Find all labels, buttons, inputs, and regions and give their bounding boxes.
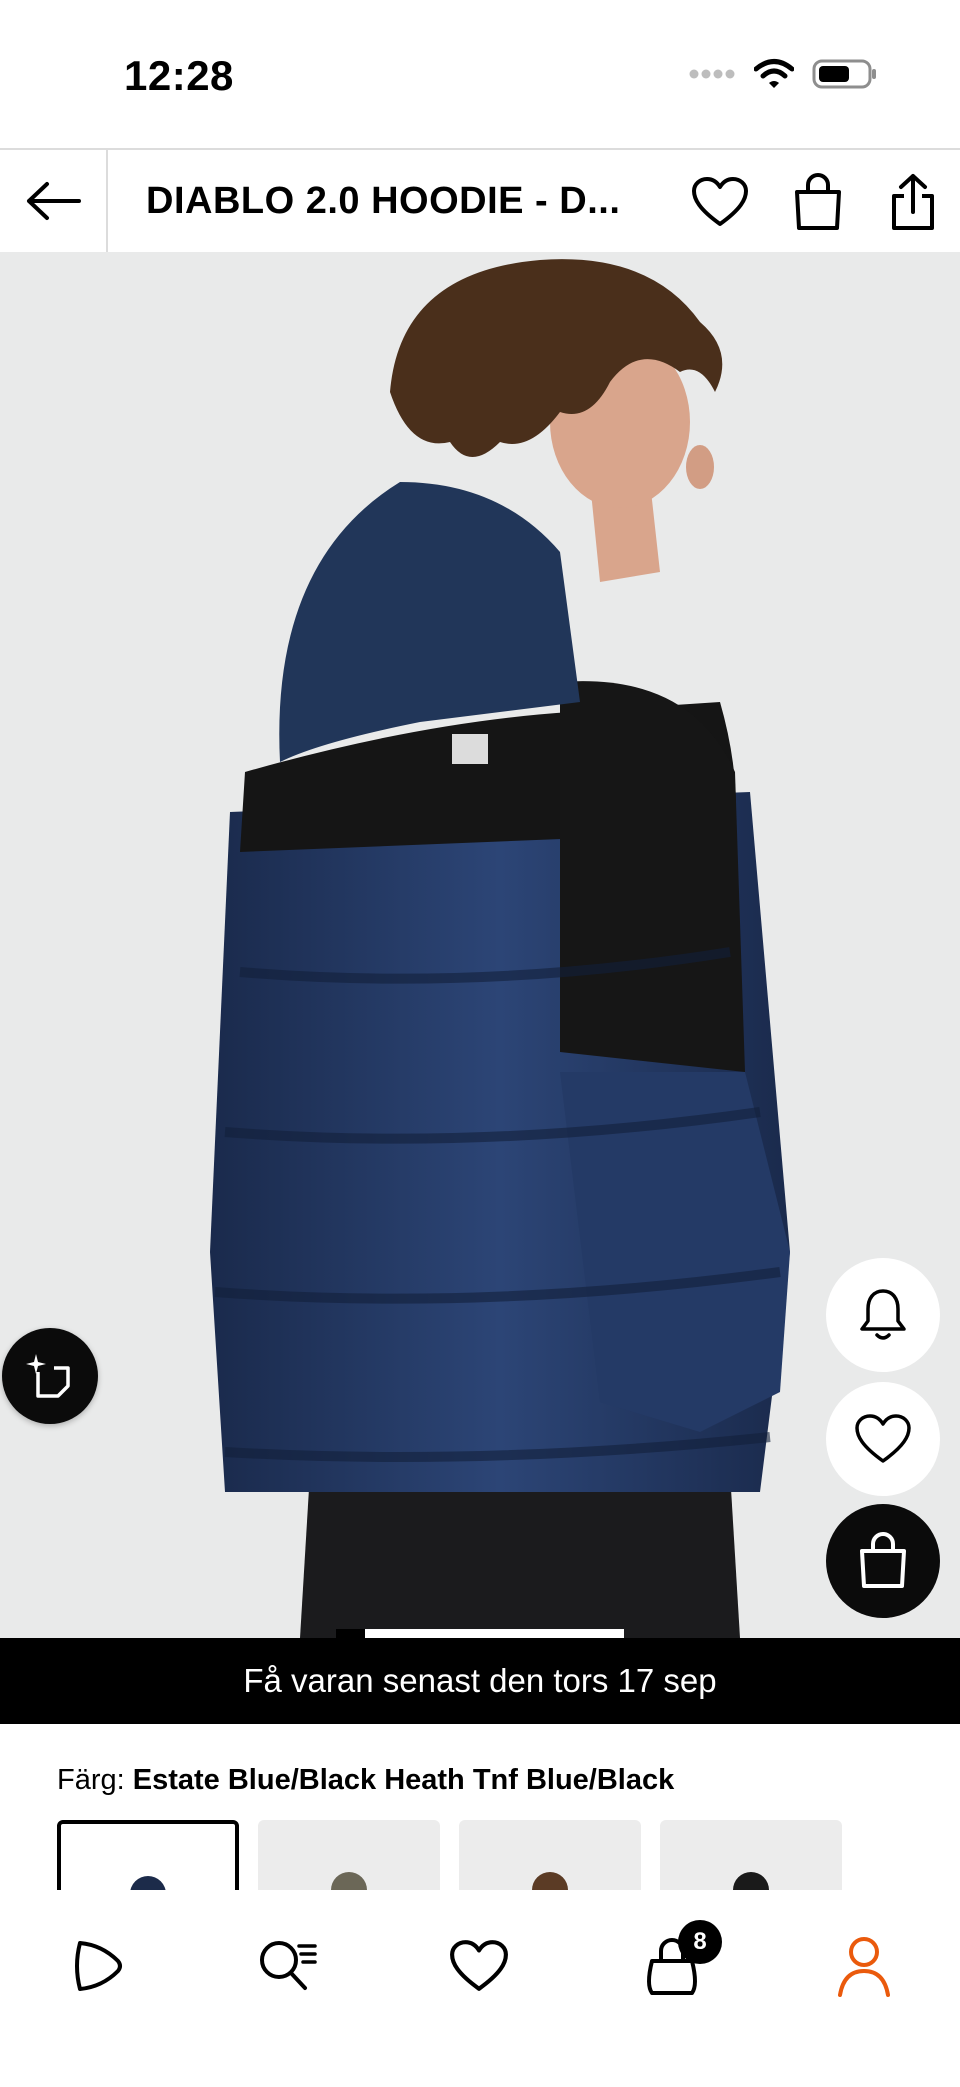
person-icon (838, 1937, 890, 1997)
notify-button[interactable] (826, 1258, 940, 1372)
jacket-illustration (210, 259, 790, 1638)
favorite-button[interactable] (690, 172, 750, 232)
bottom-navigation: 8 (0, 1890, 960, 2087)
color-swatch-2[interactable] (258, 1820, 440, 1890)
nav-wishlist[interactable] (441, 1928, 517, 2004)
wifi-icon (754, 59, 794, 88)
color-value: Estate Blue/Black Heath Tnf Blue/Black (132, 1764, 675, 1796)
swatch-thumbnail (733, 1872, 769, 1890)
product-image[interactable] (0, 252, 960, 1638)
arrow-left-icon (27, 182, 81, 220)
gallery-pager-progress (365, 1629, 624, 1638)
shopping-bag-icon (795, 173, 841, 230)
color-swatch-3[interactable] (459, 1820, 641, 1890)
wishlist-fab-button[interactable] (826, 1382, 940, 1496)
battery-icon (812, 59, 876, 89)
heart-icon (692, 177, 748, 226)
visual-search-icon (26, 1354, 70, 1398)
color-swatches (57, 1820, 937, 1890)
signal-icon (689, 69, 735, 79)
heart-icon (855, 1414, 911, 1463)
status-icons (688, 58, 878, 90)
back-button[interactable] (0, 150, 108, 252)
gallery-pager (336, 1629, 624, 1638)
share-icon (892, 174, 934, 230)
nav-profile[interactable] (826, 1928, 902, 2004)
status-time: 12:28 (124, 52, 234, 99)
search-list-icon (260, 1941, 317, 1990)
nav-cart[interactable]: 8 (634, 1920, 722, 2004)
heart-icon (450, 1940, 508, 1991)
nav-home[interactable] (58, 1928, 134, 2004)
play-icon (75, 1941, 122, 1991)
add-to-bag-button[interactable] (826, 1504, 940, 1618)
product-header: DIABLO 2.0 HOODIE - D... (0, 148, 960, 254)
color-swatch-1[interactable] (57, 1820, 239, 1890)
visual-search-button[interactable] (2, 1328, 98, 1424)
cart-count-badge: 8 (678, 1920, 722, 1964)
bag-button[interactable] (788, 172, 848, 232)
color-swatch-4[interactable] (660, 1820, 842, 1890)
color-label: Färg: (57, 1764, 125, 1796)
nav-search[interactable] (250, 1928, 326, 2004)
swatch-thumbnail (331, 1872, 367, 1890)
bell-icon (860, 1289, 906, 1340)
status-bar: 12:28 (0, 0, 960, 148)
delivery-banner: Få varan senast den tors 17 sep (0, 1638, 960, 1724)
color-selection: Färg: Estate Blue/Black Heath Tnf Blue/B… (57, 1764, 674, 1797)
page-title: DIABLO 2.0 HOODIE - D... (146, 180, 621, 222)
swatch-thumbnail (130, 1876, 166, 1890)
swatch-thumbnail (532, 1872, 568, 1890)
share-button[interactable] (883, 172, 943, 232)
shopping-bag-icon (860, 1532, 906, 1588)
